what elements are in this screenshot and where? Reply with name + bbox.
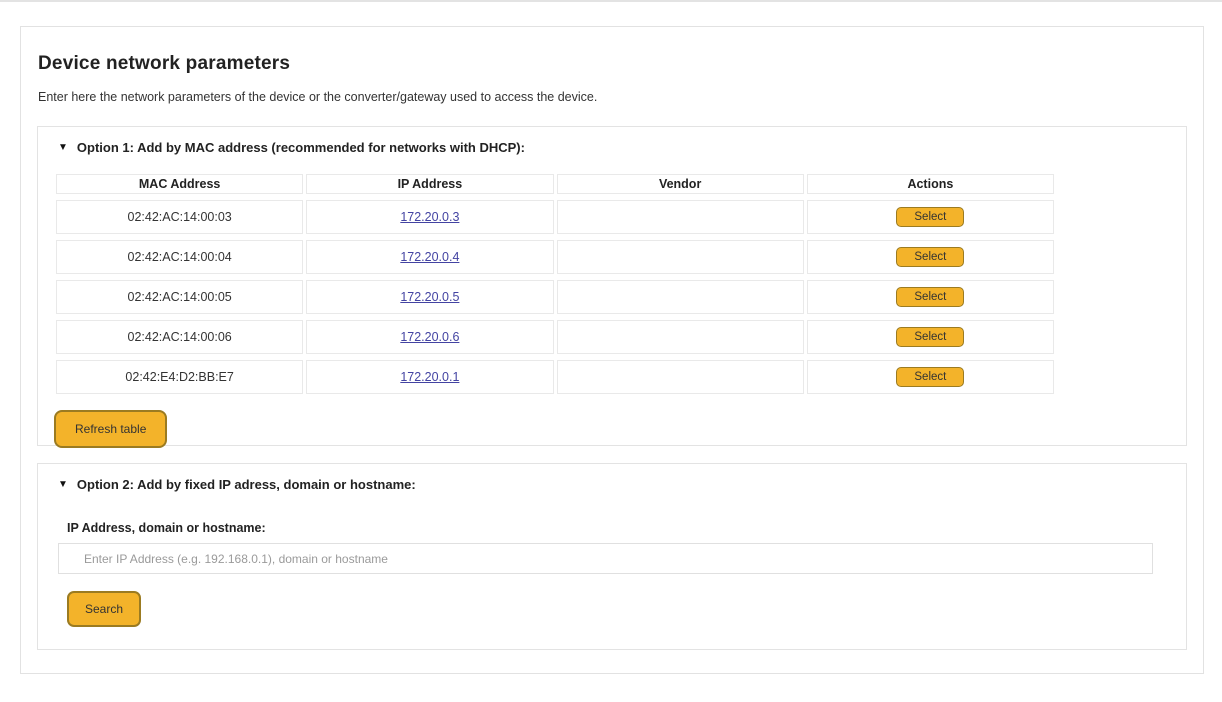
- chevron-down-icon: ▼: [58, 480, 68, 490]
- page-subtitle: Enter here the network parameters of the…: [38, 90, 1203, 104]
- mac-address-cell: 02:42:E4:D2:BB:E7: [56, 360, 303, 394]
- option1-header[interactable]: ▼ Option 1: Add by MAC address (recommen…: [38, 127, 1186, 155]
- table-row: 02:42:AC:14:00:04 172.20.0.4 Select: [56, 240, 1054, 274]
- device-table: MAC Address IP Address Vendor Actions 02…: [53, 168, 1057, 400]
- column-header-ip: IP Address: [306, 174, 553, 194]
- ip-address-link[interactable]: 172.20.0.1: [400, 370, 459, 384]
- option2-panel: ▼ Option 2: Add by fixed IP adress, doma…: [37, 463, 1187, 650]
- page-title: Device network parameters: [38, 53, 1203, 75]
- mac-address-cell: 02:42:AC:14:00:06: [56, 320, 303, 354]
- mac-address-cell: 02:42:AC:14:00:03: [56, 200, 303, 234]
- table-row: 02:42:AC:14:00:03 172.20.0.3 Select: [56, 200, 1054, 234]
- option2-header[interactable]: ▼ Option 2: Add by fixed IP adress, doma…: [38, 464, 1186, 492]
- table-row: 02:42:AC:14:00:06 172.20.0.6 Select: [56, 320, 1054, 354]
- ip-address-cell: 172.20.0.5: [306, 280, 553, 314]
- actions-cell: Select: [807, 320, 1054, 354]
- ip-address-link[interactable]: 172.20.0.6: [400, 330, 459, 344]
- mac-address-cell: 02:42:AC:14:00:05: [56, 280, 303, 314]
- search-button[interactable]: Search: [67, 591, 141, 627]
- select-button[interactable]: Select: [896, 287, 964, 307]
- chevron-down-icon: ▼: [58, 143, 68, 153]
- ip-input-label: IP Address, domain or hostname:: [67, 521, 1186, 535]
- actions-cell: Select: [807, 240, 1054, 274]
- device-network-card: Device network parameters Enter here the…: [20, 26, 1204, 674]
- mac-address-cell: 02:42:AC:14:00:04: [56, 240, 303, 274]
- table-row: 02:42:AC:14:00:05 172.20.0.5 Select: [56, 280, 1054, 314]
- ip-address-link[interactable]: 172.20.0.5: [400, 290, 459, 304]
- ip-address-input[interactable]: [58, 543, 1153, 574]
- actions-cell: Select: [807, 280, 1054, 314]
- vendor-cell: [557, 320, 804, 354]
- actions-cell: Select: [807, 200, 1054, 234]
- refresh-table-button[interactable]: Refresh table: [54, 410, 167, 448]
- select-button[interactable]: Select: [896, 367, 964, 387]
- vendor-cell: [557, 240, 804, 274]
- vendor-cell: [557, 200, 804, 234]
- option2-header-label: Option 2: Add by fixed IP adress, domain…: [77, 477, 416, 492]
- column-header-actions: Actions: [807, 174, 1054, 194]
- device-table-head: MAC Address IP Address Vendor Actions: [56, 174, 1054, 194]
- select-button[interactable]: Select: [896, 327, 964, 347]
- ip-address-cell: 172.20.0.6: [306, 320, 553, 354]
- ip-address-cell: 172.20.0.3: [306, 200, 553, 234]
- table-row: 02:42:E4:D2:BB:E7 172.20.0.1 Select: [56, 360, 1054, 394]
- option1-header-label: Option 1: Add by MAC address (recommende…: [77, 140, 525, 155]
- select-button[interactable]: Select: [896, 207, 964, 227]
- actions-cell: Select: [807, 360, 1054, 394]
- vendor-cell: [557, 360, 804, 394]
- option1-panel: ▼ Option 1: Add by MAC address (recommen…: [37, 126, 1187, 446]
- ip-address-cell: 172.20.0.4: [306, 240, 553, 274]
- ip-address-link[interactable]: 172.20.0.4: [400, 250, 459, 264]
- ip-address-link[interactable]: 172.20.0.3: [400, 210, 459, 224]
- column-header-vendor: Vendor: [557, 174, 804, 194]
- device-table-body: 02:42:AC:14:00:03172.20.0.3Select02:42:A…: [56, 200, 1054, 394]
- ip-address-cell: 172.20.0.1: [306, 360, 553, 394]
- table-header-row: MAC Address IP Address Vendor Actions: [56, 174, 1054, 194]
- column-header-mac: MAC Address: [56, 174, 303, 194]
- vendor-cell: [557, 280, 804, 314]
- select-button[interactable]: Select: [896, 247, 964, 267]
